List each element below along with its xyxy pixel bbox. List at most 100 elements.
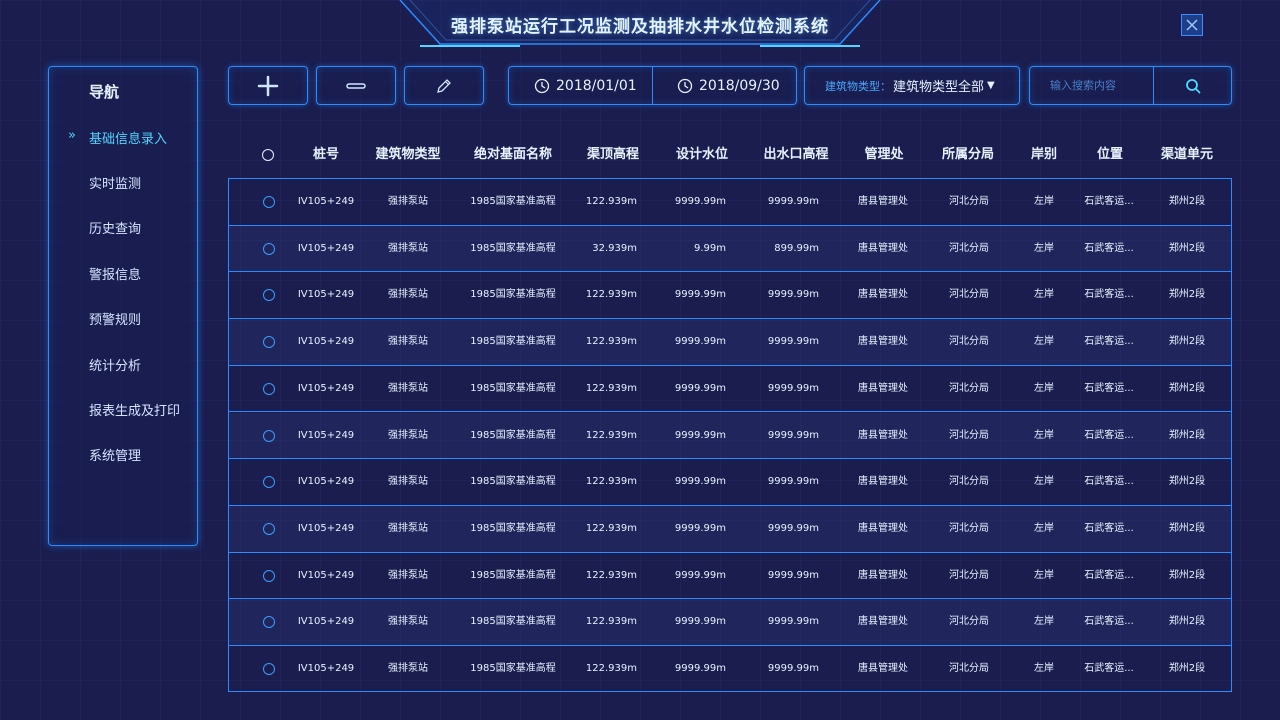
table-row[interactable]: IV105+249 强排泵站 1985国家基准高程 122.939m 9999.99m 9… [229,599,1231,646]
column-header[interactable]: 渠顶高程 [563,135,663,175]
column-header[interactable]: 设计水位 [652,135,752,175]
table-header: 桩号 建筑物类型 绝对基面名称 渠顶高程 设计水位 出水口高程 管理处 所属分局 岸别 位置 渠道单… [229,135,1232,175]
table-cell: 9999.99m [674,663,726,674]
start-date-picker[interactable]: 2018/01/01 [534,67,637,104]
table-cell: 石武客运... [1084,616,1134,628]
column-header[interactable]: 渠道单元 [1137,135,1237,175]
table-cell: 122.939m [585,196,637,207]
table-row[interactable]: IV105+249 强排泵站 1985国家基准高程 122.939m 9999.99m 9… [229,412,1231,460]
building-type-select[interactable]: 建筑物类型： 建筑物类型全部 ▼ [804,66,1020,105]
table-row[interactable]: IV105+249 强排泵站 1985国家基准高程 122.939m 9999.99m 9… [229,179,1231,226]
table-cell: 唐县管理处 [858,429,908,441]
nav-item-2[interactable]: 历史查询 [89,218,141,237]
table-row[interactable]: IV105+249 强排泵站 1985国家基准高程 32.939m 9.99m 899.9… [229,225,1231,273]
table-cell: 强排泵站 [388,242,428,254]
table-cell: 899.99m [774,242,819,254]
table-cell: 1985国家基准高程 [470,522,556,534]
table-row[interactable]: IV105+249 强排泵站 1985国家基准高程 122.939m 9999.99m 9… [229,366,1231,413]
table-cell: 1985国家基准高程 [470,289,556,301]
close-button[interactable] [1181,14,1203,36]
column-header[interactable]: 出水口高程 [746,135,846,175]
table-cell: 1985国家基准高程 [470,429,556,441]
table-cell: 石武客运... [1084,663,1134,674]
search-icon [1185,78,1200,93]
nav-item-3[interactable]: 警报信息 [89,264,141,283]
start-date: 2018/01/01 [556,77,637,94]
table-cell: 石武客运... [1084,196,1134,207]
table-cell: 郑州2段 [1168,476,1206,488]
row-select-radio[interactable] [263,382,275,395]
table-cell: 强排泵站 [388,336,428,348]
plus-icon [257,75,279,96]
row-select-radio[interactable] [263,616,275,629]
row-select-radio[interactable] [263,476,275,489]
table-cell: 郑州2段 [1168,336,1206,348]
title-bar: 强排泵站运行工况监测及抽排水井水位检测系统 [0,0,1280,50]
table-cell: IV105+249 [297,196,355,207]
row-select-radio[interactable] [263,242,275,255]
table-cell: 左岸 [1034,616,1054,628]
table-cell: 9999.99m [767,663,819,674]
search-button[interactable] [1154,67,1231,104]
table-row[interactable]: IV105+249 强排泵站 1985国家基准高程 122.939m 9999.99m 9… [229,505,1231,553]
row-select-radio[interactable] [263,336,275,349]
table-cell: 9999.99m [674,569,726,581]
nav-item-1[interactable]: 实时监测 [89,173,141,192]
table-cell: 122.939m [585,616,637,628]
table-row[interactable]: IV105+249 强排泵站 1985国家基准高程 122.939m 9999.99m 9… [229,459,1231,506]
table-cell: 郑州2段 [1168,569,1206,581]
table-cell: 9999.99m [767,289,819,301]
row-select-radio[interactable] [263,569,275,582]
nav-item-7[interactable]: 系统管理 [89,445,141,464]
search-input[interactable] [1030,67,1153,104]
table-cell: 9999.99m [767,522,819,534]
row-select-radio[interactable] [263,429,275,442]
select-all-radio[interactable] [262,149,274,161]
table-cell: IV105+249 [297,429,355,441]
table-cell: 石武客运... [1084,569,1134,581]
table-cell: 郑州2段 [1168,242,1206,254]
row-select-radio[interactable] [263,289,275,302]
table-cell: 1985国家基准高程 [470,196,556,207]
table-cell: 1985国家基准高程 [470,663,556,674]
table-cell: 河北分局 [949,569,989,581]
table-cell: 9999.99m [674,336,726,348]
row-select-radio[interactable] [263,663,275,675]
table-cell: 河北分局 [949,429,989,441]
table-row[interactable]: IV105+249 强排泵站 1985国家基准高程 122.939m 9999.99m 9… [229,646,1231,693]
table-row[interactable]: IV105+249 强排泵站 1985国家基准高程 122.939m 9999.99m 9… [229,272,1231,320]
table-cell: 左岸 [1034,522,1054,534]
table-cell: 左岸 [1034,289,1054,301]
nav-item-5[interactable]: 统计分析 [89,355,141,374]
end-date-picker[interactable]: 2018/09/30 [677,67,780,104]
table-cell: 石武客运... [1084,382,1134,394]
nav-item-6[interactable]: 报表生成及打印 [89,400,180,419]
table-cell: 9999.99m [767,616,819,628]
table-cell: 左岸 [1034,429,1054,441]
nav-title: 导航 [89,83,120,101]
table-row[interactable]: IV105+249 强排泵站 1985国家基准高程 122.939m 9999.99m 9… [229,319,1231,366]
row-select-radio[interactable] [263,522,275,535]
table-cell: 122.939m [585,663,637,674]
search-group [1029,66,1232,105]
column-header[interactable]: 绝对基面名称 [463,135,563,175]
table-cell: 强排泵站 [388,663,428,674]
edit-button[interactable] [404,66,484,105]
table-cell: 122.939m [585,429,637,441]
table-cell: 石武客运... [1084,336,1134,348]
row-select-radio[interactable] [263,196,275,208]
table-cell: IV105+249 [297,522,355,534]
nav-item-4[interactable]: 预警规则 [89,309,141,328]
nav-item-0[interactable]: 基础信息录入 [89,128,167,147]
column-header[interactable]: 建筑物类型 [358,135,458,175]
table-cell: 强排泵站 [388,569,428,581]
table-cell: 左岸 [1034,336,1054,348]
table-cell: 9.99m [693,242,726,254]
add-button[interactable] [228,66,308,105]
table-cell: IV105+249 [297,382,355,394]
end-date: 2018/09/30 [699,77,780,94]
table-cell: 强排泵站 [388,382,428,394]
remove-button[interactable] [316,66,396,105]
table-row[interactable]: IV105+249 强排泵站 1985国家基准高程 122.939m 9999.99m 9… [229,553,1231,600]
table-cell: 唐县管理处 [858,476,908,488]
